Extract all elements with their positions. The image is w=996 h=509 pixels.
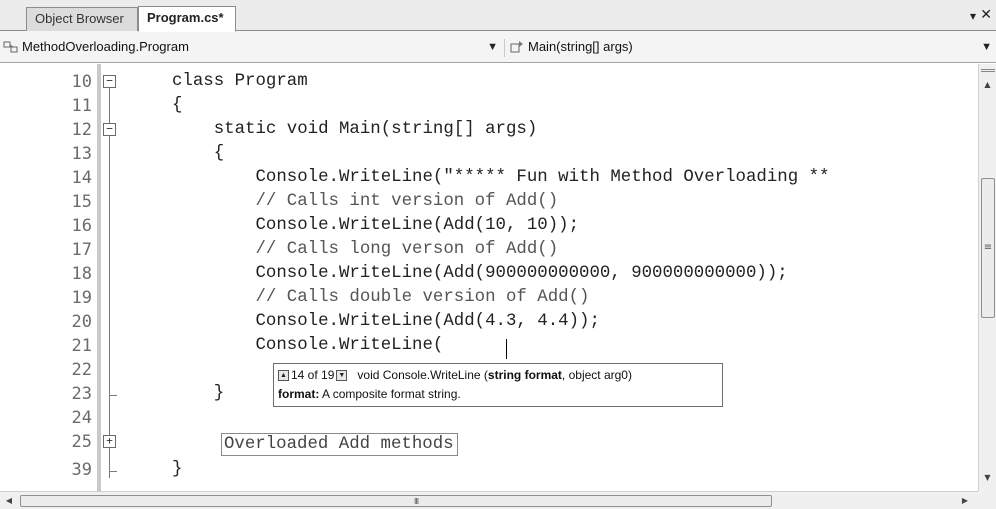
type-dropdown-value: MethodOverloading.Program [22,39,189,54]
code-line: 39 } [0,458,978,482]
line-number: 24 [71,408,92,428]
method-icon [509,39,525,55]
code-line: 17 // Calls long verson of Add() [0,238,978,262]
vertical-scrollbar[interactable]: ▲ ≡ ▼ [978,64,996,491]
divider [504,39,505,57]
code-text: // Calls int version of Add() [172,192,559,211]
line-number: 10 [71,72,92,92]
code-text: class Program [172,72,308,91]
line-number: 22 [71,360,92,380]
code-text: { [172,96,183,115]
line-number: 15 [71,192,92,212]
code-text: Console.WriteLine( [172,336,444,355]
code-line: 19 // Calls double version of Add() [0,286,978,310]
code-line: 11 { [0,94,978,118]
line-number: 20 [71,312,92,332]
collapsed-region[interactable]: Overloaded Add methods [221,433,458,456]
line-number: 11 [71,96,92,116]
close-icon[interactable]: ✕ [980,7,992,23]
code-line: 15 // Calls int version of Add() [0,190,978,214]
tab-program-cs[interactable]: Program.cs* [138,6,236,32]
next-overload-icon[interactable]: ▼ [336,370,348,382]
scrollbar-corner [978,491,996,509]
code-text: } [172,460,183,479]
tooltip-param-row: format: A composite format string. [278,385,718,404]
line-number: 14 [71,168,92,188]
splitter-handle[interactable] [981,69,995,72]
code-text: Console.WriteLine(Add(10, 10)); [172,216,580,235]
parameter-info-tooltip: ▲ 14 of 19 ▼ void Console.WriteLine (strin… [273,363,723,407]
code-text: Console.WriteLine(Add(900000000000, 9000… [172,264,788,283]
code-text: // Calls double version of Add() [172,288,590,307]
code-line: 24 [0,406,978,430]
code-text: Console.WriteLine("***** Fun with Method… [172,168,830,187]
scroll-down-icon[interactable]: ▼ [979,471,996,485]
code-editor[interactable]: 10 class Program 11 { 12 static void Mai… [0,64,978,491]
code-line: 12 static void Main(string[] args) [0,118,978,142]
tab-label: Program.cs* [147,10,224,25]
line-number: 16 [71,216,92,236]
chevron-down-icon: ▼ [487,41,498,53]
tab-label: Object Browser [35,11,124,26]
line-number: 17 [71,240,92,260]
signature-prefix: void Console.WriteLine ( [357,368,488,382]
document-tab-strip: Object Browser Program.cs* ▾ ✕ [0,0,996,32]
line-number: 12 [71,120,92,140]
code-line: 21 Console.WriteLine( [0,334,978,358]
navigation-bar: MethodOverloading.Program ▼ Main(string[… [0,31,996,63]
line-number: 23 [71,384,92,404]
fold-end-marker [109,395,117,396]
code-text: Console.WriteLine(Add(4.3, 4.4)); [172,312,600,331]
horizontal-scrollbar[interactable]: ◀ III ▶ [0,491,978,509]
collapse-toggle-icon[interactable]: − [103,75,116,88]
code-line: 14 Console.WriteLine("***** Fun with Met… [0,166,978,190]
dropdown-arrow-icon[interactable]: ▾ [970,9,976,23]
code-line: 20 Console.WriteLine(Add(4.3, 4.4)); [0,310,978,334]
scroll-right-icon[interactable]: ▶ [958,494,972,508]
line-number: 25 [71,432,92,452]
scroll-left-icon[interactable]: ◀ [2,494,16,508]
signature-current-param: string format [487,368,562,382]
code-text: } [172,384,225,403]
param-description: A composite format string. [322,387,461,401]
code-text: // Calls long verson of Add() [172,240,559,259]
code-text: static void Main(string[] args) [172,120,538,139]
line-number: 18 [71,264,92,284]
param-name: format: [278,387,320,401]
code-line: 10 class Program [0,70,978,94]
line-number: 13 [71,144,92,164]
overload-count: 14 of 19 [291,368,335,382]
chevron-down-icon: ▼ [981,41,992,53]
scroll-up-icon[interactable]: ▲ [979,78,996,92]
code-line: 16 Console.WriteLine(Add(10, 10)); [0,214,978,238]
code-line: 18 Console.WriteLine(Add(900000000000, 9… [0,262,978,286]
tab-object-browser[interactable]: Object Browser [26,7,138,31]
line-number: 39 [71,460,92,480]
code-line: 25 [0,430,978,454]
collapse-toggle-icon[interactable]: − [103,123,116,136]
tooltip-signature-row: ▲ 14 of 19 ▼ void Console.WriteLine (strin… [278,366,718,385]
line-number: 21 [71,336,92,356]
grip-icon: III [414,497,419,506]
expand-toggle-icon[interactable]: + [103,435,116,448]
fold-end-marker [109,471,117,472]
horizontal-scroll-thumb[interactable]: III [20,495,772,507]
type-dropdown[interactable]: MethodOverloading.Program ▼ [0,36,500,58]
member-dropdown[interactable]: Main(string[] args) ▼ [506,36,996,58]
code-line: 13 { [0,142,978,166]
code-text: { [172,144,225,163]
grip-icon: ≡ [983,242,993,253]
text-caret [506,339,507,359]
member-dropdown-value: Main(string[] args) [528,39,633,54]
class-icon [3,39,19,55]
line-number: 19 [71,288,92,308]
signature-suffix: , object arg0) [561,368,632,382]
previous-overload-icon[interactable]: ▲ [278,370,289,382]
